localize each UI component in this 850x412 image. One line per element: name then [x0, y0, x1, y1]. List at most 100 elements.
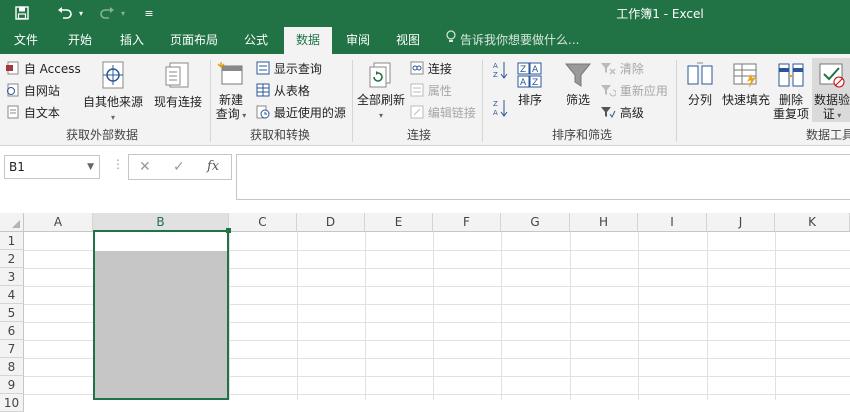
- column-header-k[interactable]: K: [775, 213, 850, 232]
- svg-text:A: A: [493, 62, 498, 70]
- svg-text:Z: Z: [532, 78, 538, 88]
- from-text-button[interactable]: 自文本: [6, 104, 60, 122]
- tab-review[interactable]: 审阅: [336, 27, 380, 54]
- row-header-8[interactable]: 8: [0, 358, 24, 376]
- row-header-9[interactable]: 9: [0, 376, 24, 394]
- text-to-columns-button[interactable]: 分列: [682, 60, 718, 107]
- recent-sources-button[interactable]: 最近使用的源: [256, 104, 346, 122]
- tell-me-box[interactable]: 告诉我你想要做什么...: [446, 27, 579, 54]
- data-validation-button[interactable]: 数据验证 ▾: [812, 58, 850, 122]
- remove-duplicates-icon: [776, 60, 806, 90]
- sort-az-button[interactable]: AZ: [492, 60, 508, 83]
- svg-text:Z: Z: [520, 65, 526, 75]
- row-header-5[interactable]: 5: [0, 304, 24, 322]
- data-validation-icon: [817, 60, 847, 90]
- group-separator: [210, 60, 211, 142]
- reapply-button[interactable]: 重新应用: [600, 82, 668, 100]
- sort-dialog-icon: ZAAZ: [515, 60, 545, 90]
- group-separator: [482, 60, 483, 142]
- show-queries-button[interactable]: 显示查询: [256, 60, 322, 78]
- group-label-data-tools: 数据工具: [806, 128, 850, 142]
- customize-icon[interactable]: ≡: [142, 4, 156, 22]
- from-web-button[interactable]: 自网站: [6, 82, 60, 100]
- filter-button[interactable]: 筛选: [560, 60, 596, 107]
- reapply-icon: [600, 83, 617, 100]
- connections-icon: [410, 61, 424, 78]
- show-queries-icon: [256, 61, 270, 78]
- column-header-c[interactable]: C: [229, 213, 297, 232]
- other-sources-button[interactable]: 自其他来源 ▾: [82, 60, 144, 125]
- tab-file[interactable]: 文件: [4, 27, 48, 54]
- name-box-dropdown-icon[interactable]: ▼: [87, 156, 94, 178]
- column-header-j[interactable]: J: [707, 213, 775, 232]
- connections-button[interactable]: 连接: [410, 60, 452, 78]
- flash-fill-icon: [731, 60, 761, 90]
- row-header-2[interactable]: 2: [0, 250, 24, 268]
- new-query-button[interactable]: 新建 查询 ▾: [212, 60, 250, 123]
- ribbon-tabs: 文件 开始 插入 页面布局 公式 数据 审阅 视图 告诉我你想要做什么...: [0, 27, 850, 54]
- tab-page-layout[interactable]: 页面布局: [162, 27, 226, 54]
- column-header-f[interactable]: F: [433, 213, 501, 232]
- from-access-button[interactable]: 自 Access: [6, 60, 81, 78]
- remove-duplicates-button[interactable]: 删除 重复项: [772, 60, 810, 121]
- row-header-1[interactable]: 1: [0, 232, 24, 250]
- redo-icon[interactable]: [96, 4, 118, 22]
- text-to-columns-icon: [685, 60, 715, 90]
- existing-connections-button[interactable]: 现有连接: [150, 60, 206, 109]
- row-header-3[interactable]: 3: [0, 268, 24, 286]
- cancel-icon[interactable]: ✕: [139, 159, 151, 175]
- gridline: [501, 232, 502, 400]
- group-label-transform: 获取和转换: [250, 128, 311, 142]
- row-header-4[interactable]: 4: [0, 286, 24, 304]
- save-icon[interactable]: [12, 4, 32, 22]
- tab-formulas[interactable]: 公式: [234, 27, 278, 54]
- gridline: [638, 232, 639, 400]
- row-header-7[interactable]: 7: [0, 340, 24, 358]
- select-all-corner[interactable]: [0, 213, 24, 232]
- flash-fill-button[interactable]: 快速填充: [720, 60, 772, 107]
- column-header-a[interactable]: A: [24, 213, 93, 232]
- gridline: [433, 232, 434, 400]
- enter-icon[interactable]: ✓: [173, 159, 185, 175]
- undo-icon[interactable]: [54, 4, 76, 22]
- column-header-g[interactable]: G: [501, 213, 570, 232]
- text-file-icon: [6, 105, 20, 122]
- column-header-h[interactable]: H: [570, 213, 638, 232]
- web-icon: [6, 83, 20, 100]
- tab-insert[interactable]: 插入: [110, 27, 154, 54]
- column-header-b[interactable]: B: [93, 213, 229, 232]
- gridline: [707, 232, 708, 400]
- window-title: 工作簿1 - Excel: [616, 7, 704, 21]
- column-header-d[interactable]: D: [297, 213, 365, 232]
- name-box[interactable]: B1 ▼: [4, 155, 100, 179]
- svg-text:Z: Z: [493, 100, 498, 108]
- formula-input[interactable]: [236, 154, 850, 200]
- recent-sources-icon: [256, 105, 270, 122]
- fill-handle[interactable]: [226, 228, 231, 233]
- properties-button[interactable]: 属性: [410, 82, 452, 100]
- insert-function-icon[interactable]: fx: [207, 159, 219, 174]
- undo-dropdown-icon[interactable]: ▾: [76, 4, 86, 22]
- advanced-filter-button[interactable]: 高级: [600, 104, 644, 122]
- active-cell-b1[interactable]: [95, 232, 227, 251]
- tab-home[interactable]: 开始: [58, 27, 102, 54]
- redo-dropdown-icon[interactable]: ▾: [118, 4, 128, 22]
- row-header-6[interactable]: 6: [0, 322, 24, 340]
- svg-text:A: A: [520, 78, 527, 88]
- tab-view[interactable]: 视图: [386, 27, 430, 54]
- group-label-external: 获取外部数据: [66, 128, 139, 142]
- refresh-all-button[interactable]: 全部刷新 ▾: [356, 60, 406, 123]
- edit-links-button[interactable]: 编辑链接: [410, 104, 476, 122]
- from-table-button[interactable]: 从表格: [256, 82, 310, 100]
- svg-text:A: A: [532, 65, 539, 75]
- lightbulb-icon: [446, 27, 456, 54]
- column-header-e[interactable]: E: [365, 213, 433, 232]
- tab-data[interactable]: 数据: [284, 27, 332, 54]
- sort-button[interactable]: ZAAZ 排序: [512, 60, 548, 107]
- column-header-i[interactable]: I: [638, 213, 707, 232]
- formula-bar-grip-icon: ⋮: [112, 157, 124, 171]
- sort-za-button[interactable]: ZA: [492, 98, 508, 121]
- clear-filter-button[interactable]: 清除: [600, 60, 644, 78]
- row-header-10[interactable]: 10: [0, 394, 24, 412]
- column-b-selection[interactable]: [93, 232, 229, 400]
